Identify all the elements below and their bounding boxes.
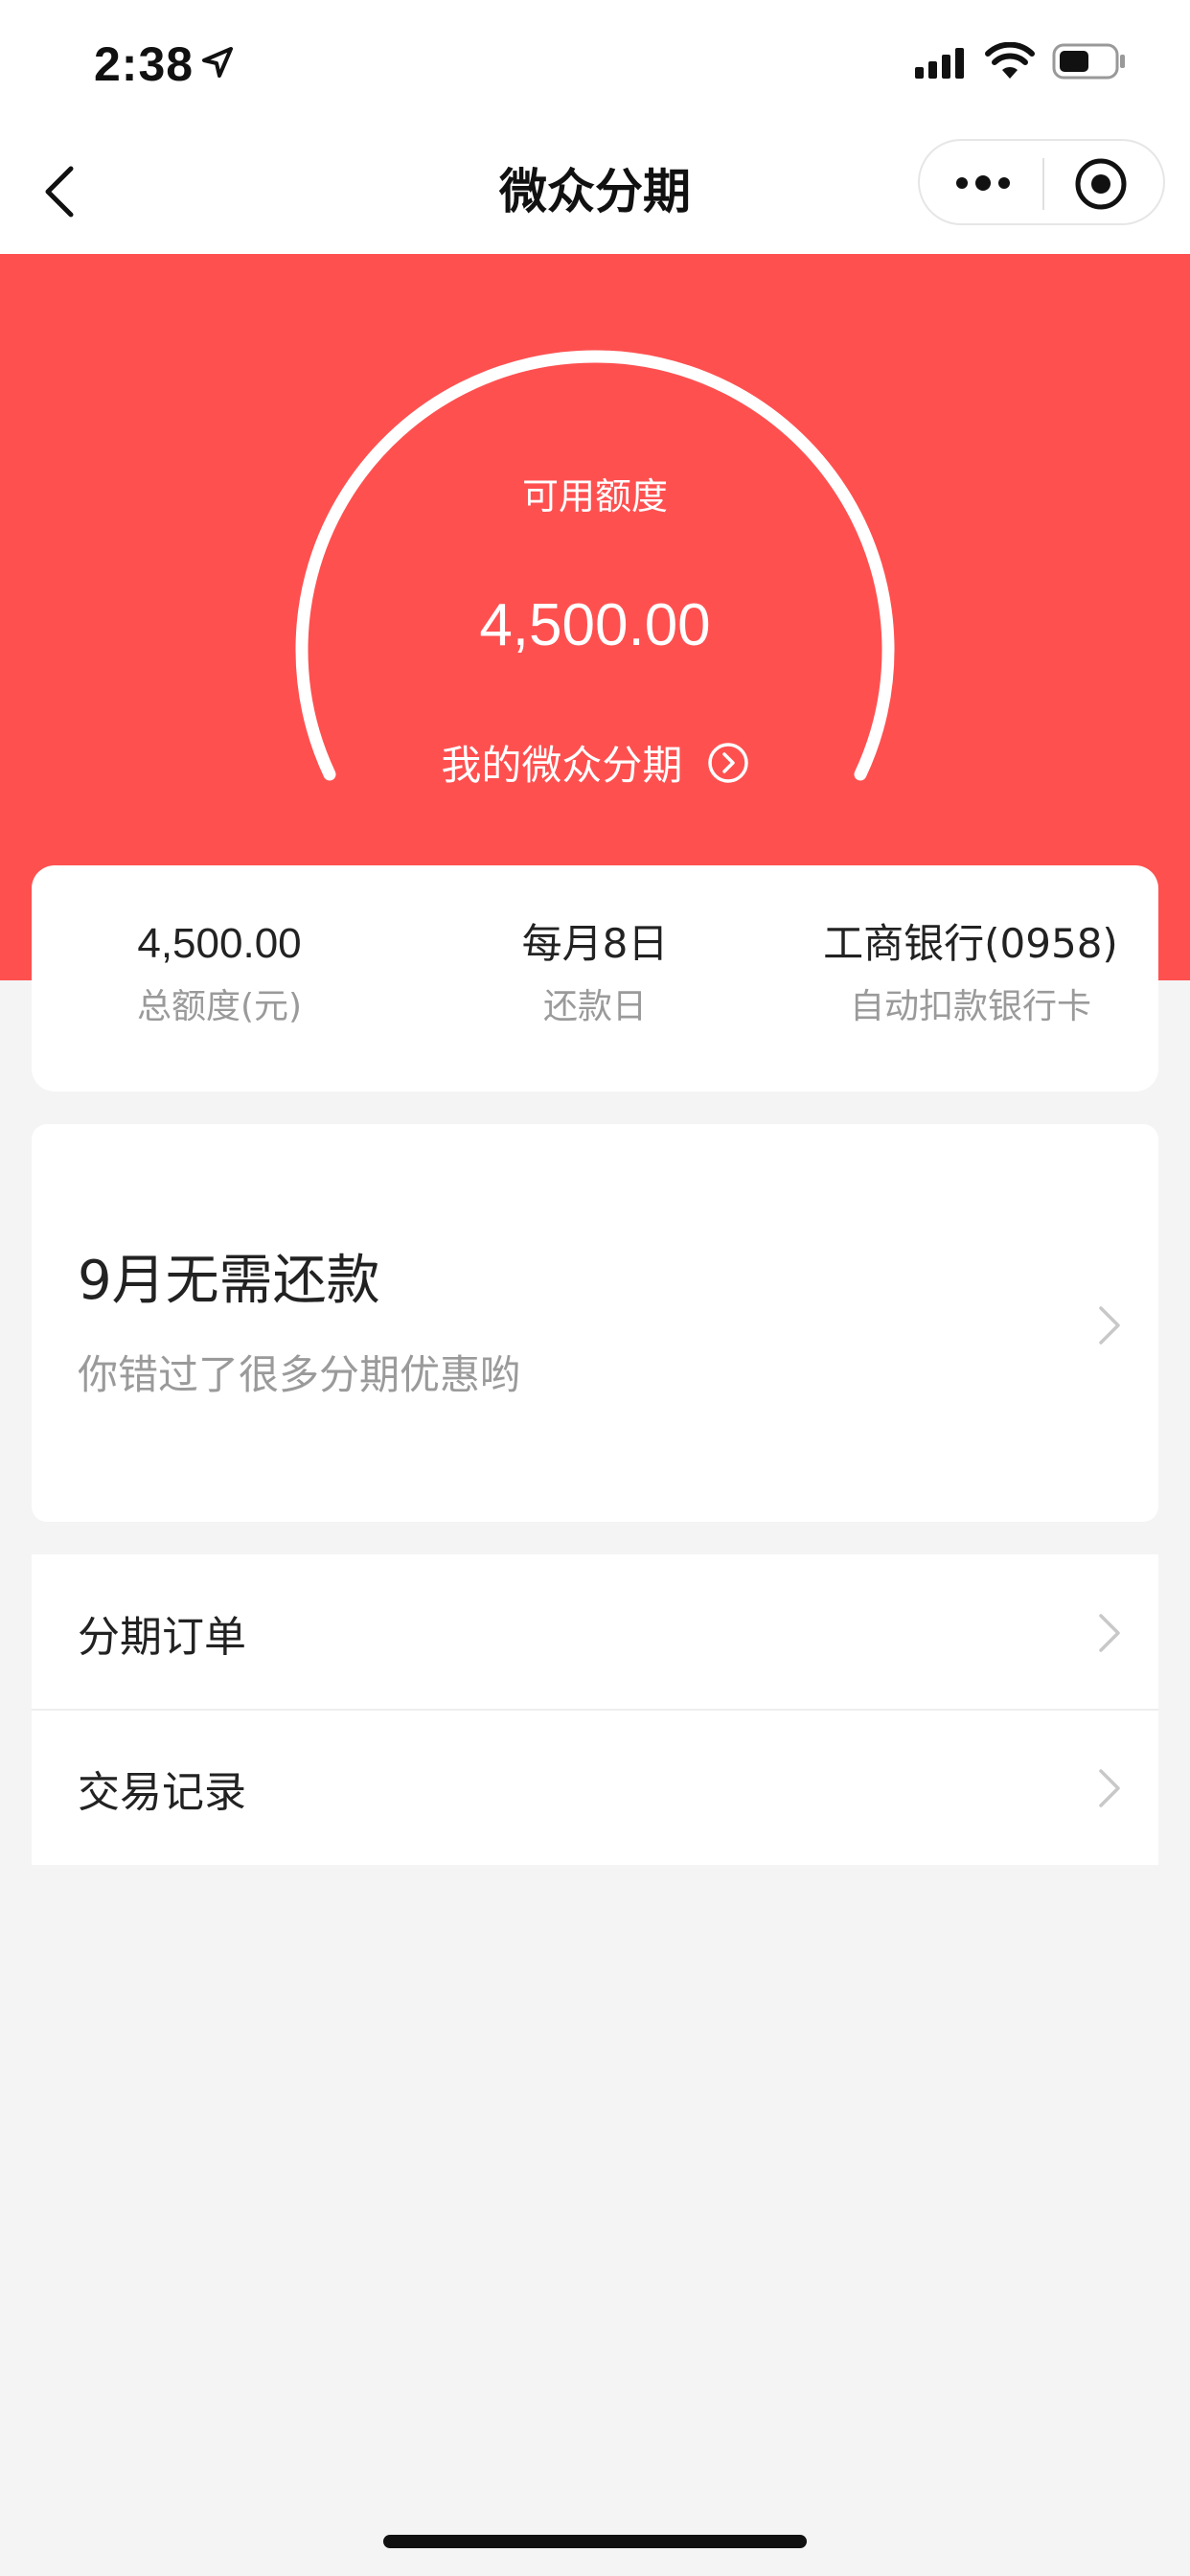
location-arrow-icon [202,47,233,78]
credit-summary-card: 4,500.00 总额度(元) 每月8日 还款日 工商银行(0958) 自动扣款… [32,865,1158,1092]
summary-total-credit: 4,500.00 总额度(元) [32,915,407,1030]
total-credit-label: 总额度(元) [136,987,303,1026]
repayment-notice-subtitle: 你错过了很多分期优惠哟 [78,1351,521,1398]
circle-chevron-right-icon [707,742,748,783]
repayment-day-value: 每月8日 [521,920,669,967]
my-installment-link-label: 我的微众分期 [441,742,683,789]
chevron-right-icon [1099,1306,1120,1345]
summary-bank-card[interactable]: 工商银行(0958) 自动扣款银行卡 [783,915,1158,1030]
battery-icon [1052,43,1125,80]
menu-item-label: 分期订单 [78,1613,246,1662]
wifi-icon [985,42,1035,79]
more-dots-icon[interactable] [954,172,1012,195]
menu-item-installment-orders[interactable]: 分期订单 [32,1554,1158,1711]
target-circle-icon[interactable] [1073,156,1129,212]
chevron-right-icon [1099,1769,1120,1807]
menu-list: 分期订单 交易记录 [32,1554,1158,1865]
available-credit-label: 可用额度 [521,475,668,518]
status-bar: 2:38 [0,0,1190,134]
nav-bar: 微众分期 [0,134,1190,254]
bank-card-label: 自动扣款银行卡 [849,987,1091,1026]
chevron-right-icon [1099,1614,1120,1652]
repayment-notice-title: 9月无需还款 [78,1250,380,1312]
my-installment-link[interactable]: 我的微众分期 [0,733,1190,792]
menu-item-label: 交易记录 [78,1768,246,1817]
capsule-divider [1042,158,1044,210]
menu-item-transaction-records[interactable]: 交易记录 [32,1710,1158,1865]
bank-card-value: 工商银行(0958) [823,920,1118,967]
repayment-day-label: 还款日 [542,987,647,1026]
total-credit-value: 4,500.00 [137,920,302,967]
home-indicator[interactable] [383,2535,807,2548]
repayment-notice-card[interactable]: 9月无需还款 你错过了很多分期优惠哟 [32,1124,1158,1522]
signal-icon [915,48,964,79]
status-time: 2:38 [94,37,195,91]
mini-program-capsule [918,139,1165,225]
summary-repayment-day: 每月8日 还款日 [407,915,783,1030]
available-credit-amount: 4,500.00 [479,592,711,658]
